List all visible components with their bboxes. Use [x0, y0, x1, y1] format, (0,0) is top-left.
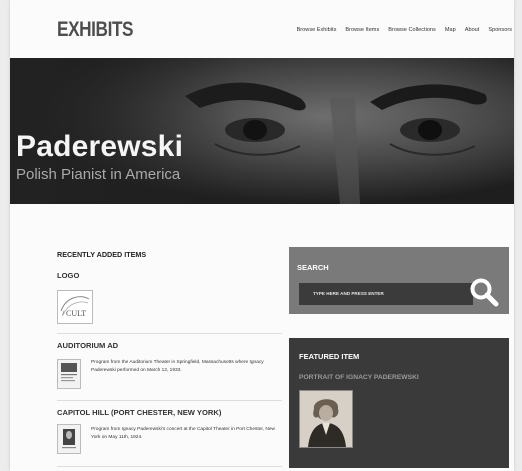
program-cover-icon — [62, 429, 76, 449]
search-panel: SEARCH TYPE HERE AND PRESS ENTER — [289, 247, 509, 314]
portrait-image — [300, 391, 352, 447]
search-input[interactable]: TYPE HERE AND PRESS ENTER — [299, 283, 473, 305]
nav-about[interactable]: About — [465, 27, 480, 33]
nav-browse-exhibits[interactable]: Browse Exhibits — [297, 27, 337, 33]
hero-banner: Paderewski Polish Pianist in America — [10, 58, 514, 204]
site-header: EXHIBITS Browse Exhibits Browse Items Br… — [10, 0, 514, 58]
hero-subtitle: Polish Pianist in America — [16, 166, 181, 183]
featured-item-image[interactable] — [299, 390, 353, 448]
site-logo[interactable]: EXHIBITS — [57, 18, 134, 42]
svg-text:CULT: CULT — [66, 309, 86, 318]
cult-logo-icon: / CULT — [60, 296, 90, 318]
featured-item-panel: FEATURED ITEM PORTRAIT OF IGNACY PADEREW… — [289, 338, 509, 468]
svg-text:/: / — [62, 308, 65, 318]
item-title-capitol-hill[interactable]: CAPITOL HILL (PORT CHESTER, NEW YORK) — [57, 408, 221, 417]
featured-item-title[interactable]: PORTRAIT OF IGNACY PADEREWSKI — [299, 374, 419, 381]
page: EXHIBITS Browse Exhibits Browse Items Br… — [10, 0, 514, 471]
divider — [57, 466, 282, 467]
main-nav: Browse Exhibits Browse Items Browse Coll… — [297, 27, 512, 33]
item-description-capitol-hill: Program from Ignacy Paderewski's concert… — [91, 427, 275, 440]
item-title-auditorium-ad[interactable]: AUDITORIUM AD — [57, 341, 118, 350]
featured-heading: FEATURED ITEM — [299, 352, 360, 361]
divider — [57, 333, 282, 334]
hero-title: Paderewski — [16, 130, 184, 163]
recently-added-heading: RECENTLY ADDED ITEMS — [57, 250, 147, 259]
divider — [57, 400, 282, 401]
item-thumbnail-logo[interactable]: / CULT — [57, 290, 93, 324]
item-description-auditorium-ad: Program from the Auditorium Theater in S… — [91, 360, 264, 373]
search-heading: SEARCH — [297, 263, 329, 272]
search-placeholder: TYPE HERE AND PRESS ENTER — [313, 291, 384, 296]
nav-map[interactable]: Map — [445, 27, 456, 33]
item-thumbnail-auditorium-ad[interactable] — [57, 359, 81, 389]
nav-sponsors[interactable]: Sponsors — [488, 27, 512, 33]
search-icon[interactable] — [469, 277, 499, 307]
nav-browse-items[interactable]: Browse Items — [345, 27, 379, 33]
item-title-logo[interactable]: LOGO — [57, 271, 79, 280]
nav-browse-collections[interactable]: Browse Collections — [388, 27, 436, 33]
item-thumbnail-capitol-hill[interactable] — [57, 424, 81, 454]
program-cover-icon — [61, 363, 77, 382]
